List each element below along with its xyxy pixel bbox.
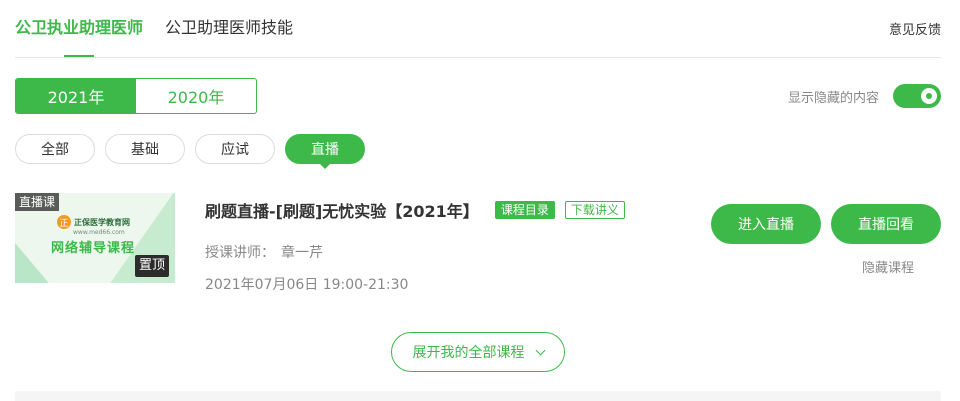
active-tab-underline [64, 55, 94, 57]
tab-public-health-assistant[interactable]: 公卫执业助理医师 [15, 17, 143, 39]
teacher-name: 章一芹 [281, 245, 323, 261]
course-time: 2021年07月06日 19:00-21:30 [205, 277, 409, 293]
year-selector: 2021年 2020年 [15, 78, 257, 114]
course-catalog-button[interactable]: 课程目录 [494, 201, 555, 219]
filter-live[interactable]: 直播 [285, 134, 365, 169]
tab-public-health-skills[interactable]: 公卫助理医师技能 [165, 17, 293, 39]
brand-logo: 正 正保医学教育网 [57, 215, 130, 229]
course-teacher: 授课讲师： 章一芹 [205, 242, 625, 262]
filter-all[interactable]: 全部 [15, 134, 95, 164]
year-2020-button[interactable]: 2020年 [136, 79, 256, 113]
show-hidden-label: 显示隐藏的内容 [787, 90, 879, 106]
course-title[interactable]: 刷题直播-[刷题]无忧实验【2021年】 [205, 198, 479, 222]
brand-logo-text: 正保医学教育网 [74, 217, 130, 227]
live-course-badge: 直播课 [15, 193, 60, 211]
course-info: 刷题直播-[刷题]无忧实验【2021年】 课程目录 下载讲义 授课讲师： 章一芹 … [205, 198, 625, 294]
expand-all-courses-button[interactable]: 展开我的全部课程 [391, 332, 565, 372]
thumbnail-banner-text: 网络辅导课程 [51, 241, 136, 256]
top-nav: 公卫执业助理医师 公卫助理医师技能 意见反馈 [15, 0, 941, 58]
chevron-down-icon [535, 345, 545, 355]
live-replay-button[interactable]: 直播回看 [831, 204, 941, 244]
brand-url: www.med66.com [73, 229, 125, 236]
course-thumbnail[interactable]: 直播课 正 正保医学教育网 www.med66.com 网络辅导课程 置顶 [15, 193, 175, 283]
course-type-filters: 全部 基础 应试 直播 [15, 134, 365, 169]
toggle-knob [921, 88, 937, 104]
expand-all-courses-label: 展开我的全部课程 [412, 345, 525, 361]
download-handout-button[interactable]: 下载讲义 [564, 201, 625, 219]
feedback-link[interactable]: 意见反馈 [889, 19, 941, 38]
next-section-strip [15, 391, 941, 401]
year-2021-button[interactable]: 2021年 [16, 79, 136, 113]
course-item: 直播课 正 正保医学教育网 www.med66.com 网络辅导课程 置顶 刷题… [15, 193, 941, 293]
teacher-label: 授课讲师： [205, 245, 275, 261]
hide-course-link[interactable]: 隐藏课程 [862, 257, 914, 276]
filter-exam[interactable]: 应试 [195, 134, 275, 164]
show-hidden-toggle[interactable] [893, 84, 941, 108]
course-title-row: 刷题直播-[刷题]无忧实验【2021年】 课程目录 下载讲义 [205, 198, 625, 222]
filter-basic[interactable]: 基础 [105, 134, 185, 164]
show-hidden-control: 显示隐藏的内容 [788, 84, 941, 108]
brand-logo-icon: 正 [57, 215, 71, 229]
pinned-badge: 置顶 [134, 255, 169, 277]
enter-live-button[interactable]: 进入直播 [711, 204, 821, 244]
